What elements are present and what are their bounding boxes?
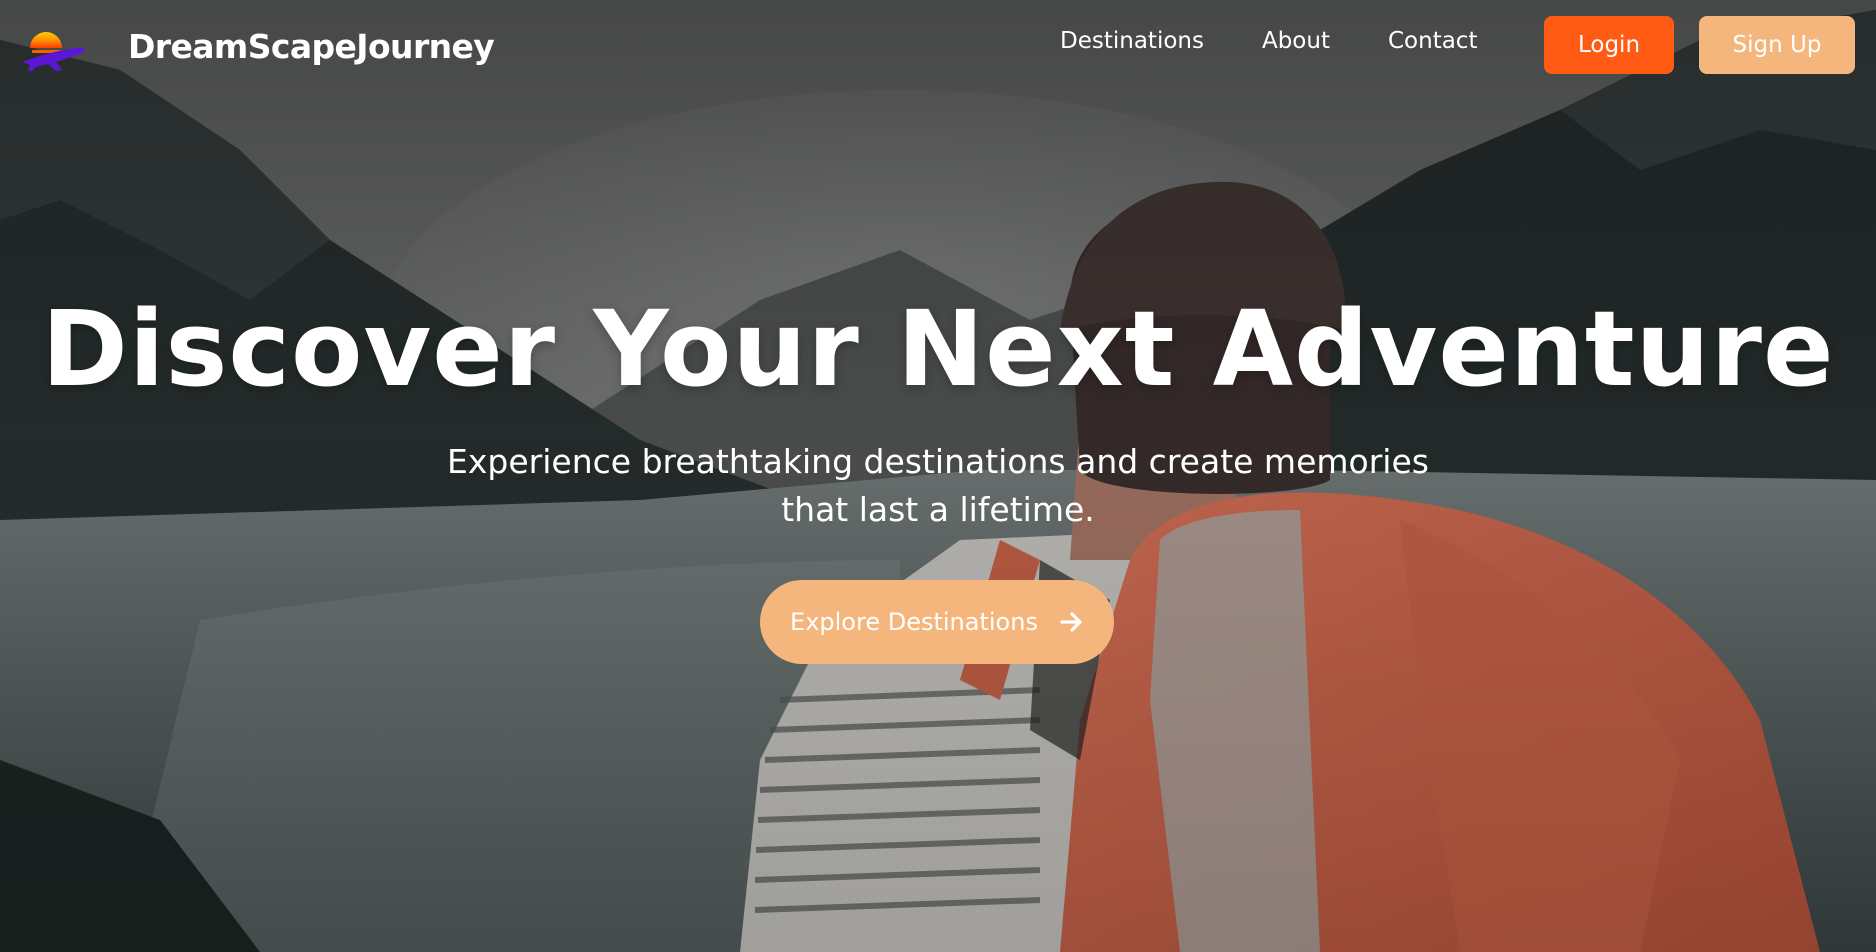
hero-subtitle: Experience breathtaking destinations and… bbox=[447, 442, 1429, 529]
explore-destinations-button[interactable]: Explore Destinations bbox=[760, 580, 1114, 664]
sunset-airplane-icon bbox=[22, 32, 85, 71]
hero-title: Discover Your Next Adventure bbox=[41, 288, 1835, 410]
signup-button[interactable]: Sign Up bbox=[1699, 16, 1855, 74]
brand-name: DreamScapeJourney bbox=[128, 26, 495, 66]
arrow-right-icon bbox=[1060, 612, 1082, 632]
brand-logo-link[interactable]: DreamScapeJourney bbox=[20, 16, 495, 76]
nav-link-about[interactable]: About bbox=[1262, 28, 1330, 54]
top-navigation-bar: DreamScapeJourney Destinations About Con… bbox=[0, 0, 1876, 94]
main-nav-links: Destinations About Contact bbox=[1060, 28, 1535, 54]
nav-link-destinations[interactable]: Destinations bbox=[1060, 28, 1204, 54]
explore-destinations-label: Explore Destinations bbox=[790, 608, 1038, 636]
login-button[interactable]: Login bbox=[1544, 16, 1674, 74]
nav-link-contact[interactable]: Contact bbox=[1388, 28, 1477, 54]
